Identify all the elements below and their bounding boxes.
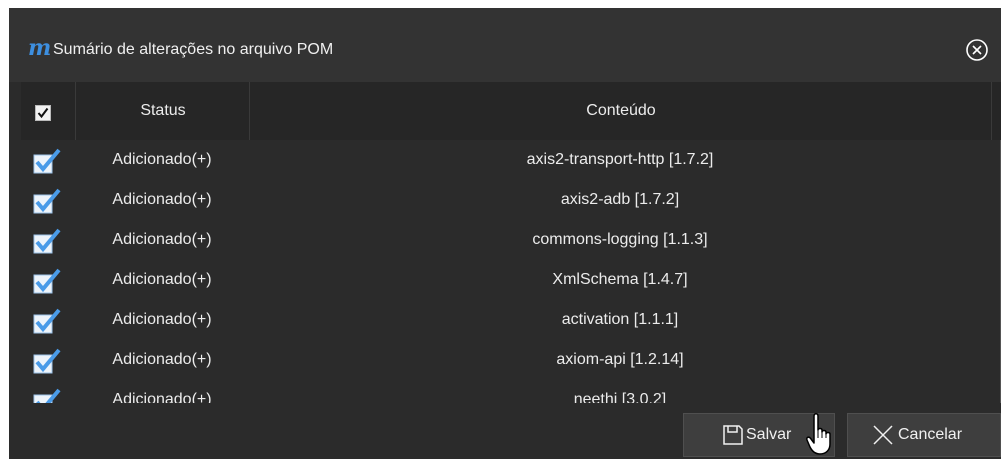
table-row[interactable]: Adicionado(+) XmlSchema [1.4.7] xyxy=(21,260,1001,300)
column-status-label: Status xyxy=(140,102,186,119)
column-content-label: Conteúdo xyxy=(586,102,656,119)
pom-summary-dialog: m Sumário de alterações no arquivo POM S… xyxy=(9,8,1001,459)
row-checkbox[interactable] xyxy=(33,268,61,294)
table-row[interactable]: Adicionado(+) activation [1.1.1] xyxy=(21,300,1001,340)
row-checkbox[interactable] xyxy=(33,228,61,254)
row-status: Adicionado(+) xyxy=(112,391,212,404)
hand-pointer-cursor-icon xyxy=(806,413,831,455)
row-status: Adicionado(+) xyxy=(112,191,212,208)
row-content: activation [1.1.1] xyxy=(561,311,679,328)
dialog-titlebar: m Sumário de alterações no arquivo POM xyxy=(9,8,1001,82)
table-row[interactable]: Adicionado(+) axiom-api [1.2.14] xyxy=(21,340,1001,380)
row-checkbox[interactable] xyxy=(33,348,61,374)
x-icon xyxy=(873,425,893,445)
dialog-title: Sumário de alterações no arquivo POM xyxy=(53,41,334,58)
row-content: axis2-transport-http [1.7.2] xyxy=(526,151,714,168)
row-content: axis2-adb [1.7.2] xyxy=(560,191,680,208)
table-row[interactable]: Adicionado(+) neethi [3.0.2] xyxy=(21,380,1001,403)
column-header-status[interactable]: Status xyxy=(75,82,250,140)
close-icon[interactable] xyxy=(965,38,989,62)
row-status: Adicionado(+) xyxy=(112,151,212,168)
app-logo: m xyxy=(28,35,52,61)
header-checkbox-cell xyxy=(21,82,75,140)
table-row[interactable]: Adicionado(+) commons-logging [1.1.3] xyxy=(21,220,1001,260)
dialog-footer: Salvar Cancelar xyxy=(21,403,1001,459)
save-button-label: Salvar xyxy=(746,426,792,443)
row-content: commons-logging [1.1.3] xyxy=(532,231,708,248)
column-header-filler xyxy=(991,82,1002,140)
cancel-button-label: Cancelar xyxy=(898,426,963,443)
row-status: Adicionado(+) xyxy=(112,271,212,288)
row-checkbox[interactable] xyxy=(33,188,61,214)
table-row[interactable]: Adicionado(+) axis2-transport-http [1.7.… xyxy=(21,140,1001,180)
table-body[interactable]: Adicionado(+) axis2-transport-http [1.7.… xyxy=(21,140,1001,403)
select-all-checkbox[interactable] xyxy=(35,105,51,121)
row-content: axiom-api [1.2.14] xyxy=(556,351,684,368)
row-status: Adicionado(+) xyxy=(112,231,212,248)
row-status: Adicionado(+) xyxy=(112,351,212,368)
row-checkbox[interactable] xyxy=(33,148,61,174)
cancel-button[interactable]: Cancelar xyxy=(847,413,1001,457)
row-checkbox[interactable] xyxy=(33,388,61,403)
table-row[interactable]: Adicionado(+) axis2-adb [1.7.2] xyxy=(21,180,1001,220)
save-disk-icon xyxy=(723,425,743,445)
table-header: Status Conteúdo xyxy=(21,82,1001,140)
row-checkbox[interactable] xyxy=(33,308,61,334)
column-header-content[interactable]: Conteúdo xyxy=(249,82,992,140)
row-content: XmlSchema [1.4.7] xyxy=(552,271,688,288)
row-content: neethi [3.0.2] xyxy=(573,391,667,404)
row-status: Adicionado(+) xyxy=(112,311,212,328)
